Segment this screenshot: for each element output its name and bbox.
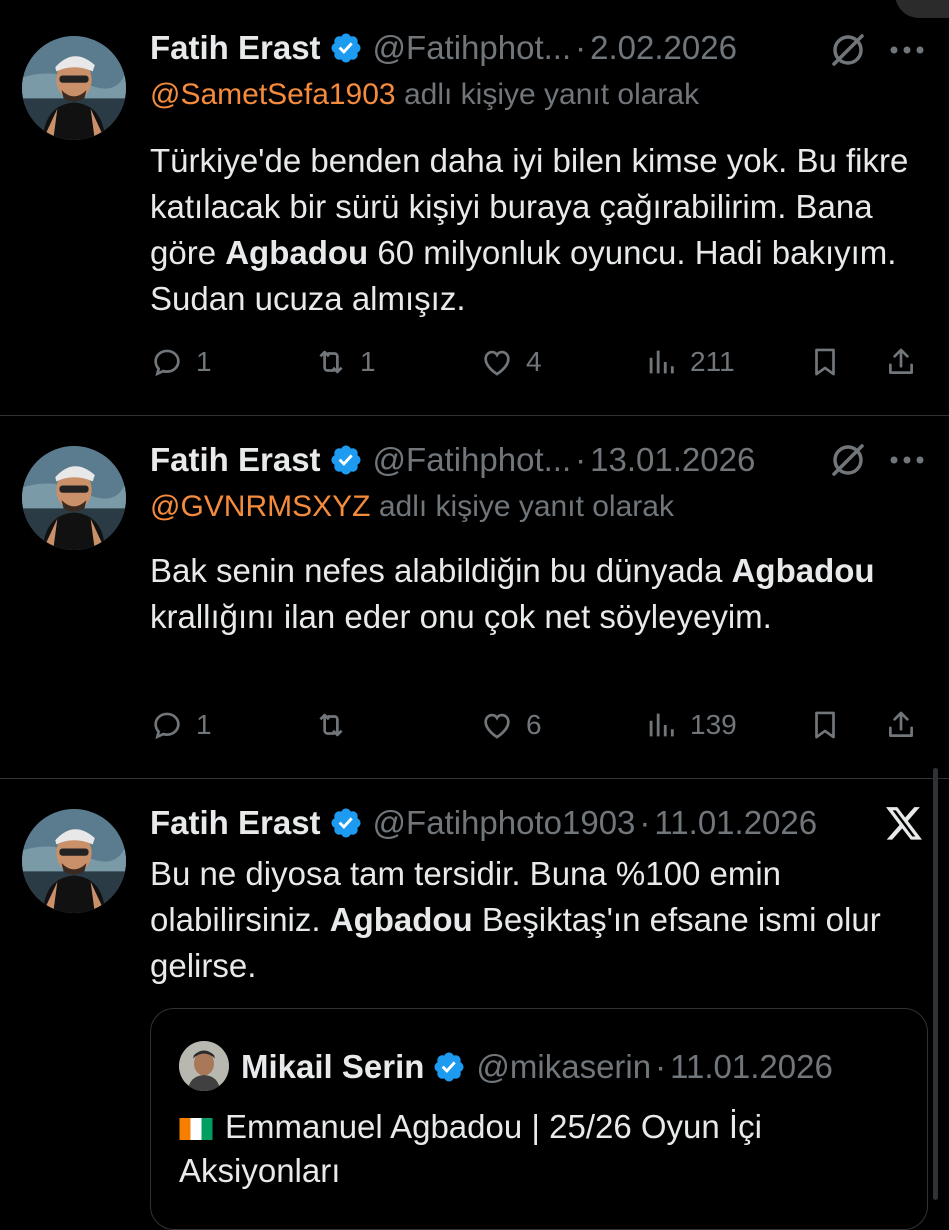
views-count: 211 <box>690 346 735 377</box>
tweet-date[interactable]: 2.02.2026 <box>590 29 737 67</box>
share-icon <box>889 348 913 374</box>
reply-icon <box>154 349 180 377</box>
share-button[interactable] <box>884 337 918 387</box>
text-segment-bold: Agbadou <box>731 552 875 589</box>
share-icon <box>889 711 913 737</box>
quoted-tweet[interactable]: Mikail Serin @mikaserin · 11.01.2026 Emm… <box>150 1008 928 1230</box>
tweet-header: Fatih Erast @Fatihphot... · 2.02.2026 <box>150 26 929 70</box>
text-segment-bold: Agbadou <box>329 901 473 938</box>
like-button[interactable]: 6 <box>480 700 542 750</box>
author-name[interactable]: Mikail Serin <box>241 1048 424 1086</box>
ivory-coast-flag-icon <box>179 1118 213 1141</box>
reply-icon <box>154 712 180 740</box>
verified-icon <box>329 31 363 65</box>
retweet-count: 1 <box>360 346 376 377</box>
author-handle[interactable]: @mikaserin <box>476 1048 651 1086</box>
author-name[interactable]: Fatih Erast <box>150 29 321 67</box>
x-logo-icon[interactable] <box>883 803 925 843</box>
reply-context-label: adlı kişiye yanıt olarak <box>395 78 700 111</box>
retweet-icon <box>319 350 343 374</box>
bookmark-icon <box>815 711 835 739</box>
tweet-text: Türkiye'de benden daha iyi bilen kimse y… <box>150 138 940 322</box>
grok-icon[interactable] <box>828 30 868 70</box>
quoted-tweet-header: Mikail Serin @mikaserin · 11.01.2026 <box>241 1041 833 1093</box>
like-count: 6 <box>526 709 542 740</box>
more-icon[interactable] <box>885 30 929 70</box>
tweet-date[interactable]: 11.01.2026 <box>670 1048 833 1086</box>
tweet-date[interactable]: 11.01.2026 <box>654 804 817 842</box>
avatar[interactable] <box>22 809 126 913</box>
separator-dot: · <box>655 1048 667 1085</box>
views-icon <box>649 350 674 374</box>
views-count: 139 <box>690 709 737 740</box>
reply-context: @SametSefa1903 adlı kişiye yanıt olarak <box>150 78 699 112</box>
reply-mention[interactable]: @GVNRMSXYZ <box>150 490 370 523</box>
quoted-text-content: Emmanuel Agbadou | 25/26 Oyun İçi Aksiyo… <box>179 1108 762 1189</box>
tweet-text: Bu ne diyosa tam tersidir. Buna %100 emi… <box>150 851 940 989</box>
avatar[interactable] <box>22 446 126 550</box>
reply-count: 1 <box>196 709 212 740</box>
tweet[interactable]: Fatih Erast @Fatihphot... · 2.02.2026 @S… <box>0 0 949 415</box>
share-button[interactable] <box>884 700 918 750</box>
separator-dot: · <box>639 804 651 841</box>
author-handle[interactable]: @Fatihphot... <box>373 29 572 67</box>
author-name[interactable]: Fatih Erast <box>150 804 321 842</box>
separator-dot: · <box>575 441 587 478</box>
verified-icon <box>329 806 363 840</box>
retweet-button[interactable]: 1 <box>314 337 376 387</box>
tweet-header: Fatih Erast @Fatihphot... · 13.01.2026 <box>150 438 929 482</box>
action-bar: 1 1 4 211 <box>0 337 949 387</box>
tweet-date[interactable]: 13.01.2026 <box>590 441 755 479</box>
tweet[interactable]: Fatih Erast @Fatihphot... · 13.01.2026 @… <box>0 416 949 778</box>
bookmark-button[interactable] <box>808 337 842 387</box>
tweet-header: Fatih Erast @Fatihphoto1903 · 11.01.2026 <box>150 801 929 845</box>
tweet-text: Bak senin nefes alabildiğin bu dünyada A… <box>150 548 940 640</box>
reply-button[interactable]: 1 <box>150 337 212 387</box>
text-segment-bold: Agbadou <box>225 234 369 271</box>
verified-icon <box>329 443 363 477</box>
avatar[interactable] <box>22 36 126 140</box>
more-icon[interactable] <box>885 440 929 480</box>
reply-button[interactable]: 1 <box>150 700 212 750</box>
bookmark-button[interactable] <box>808 700 842 750</box>
grok-icon[interactable] <box>828 440 868 480</box>
scrollbar[interactable] <box>933 768 938 1200</box>
reply-context-label: adlı kişiye yanıt olarak <box>370 490 674 523</box>
reply-context: @GVNRMSXYZ adlı kişiye yanıt olarak <box>150 490 674 524</box>
views-button[interactable]: 211 <box>644 337 735 387</box>
author-handle[interactable]: @Fatihphot... <box>373 441 572 479</box>
like-icon <box>484 713 510 739</box>
quoted-tweet-text: Emmanuel Agbadou | 25/26 Oyun İçi Aksiyo… <box>179 1105 899 1193</box>
text-segment: krallığını ilan eder onu çok net söyleye… <box>150 598 772 635</box>
action-bar: 1 6 139 <box>0 700 949 750</box>
views-icon <box>649 713 674 737</box>
like-icon <box>484 350 510 376</box>
reply-mention[interactable]: @SametSefa1903 <box>150 78 396 111</box>
author-handle[interactable]: @Fatihphoto1903 <box>373 804 636 842</box>
verified-icon <box>432 1050 466 1084</box>
reply-count: 1 <box>196 346 212 377</box>
separator-dot: · <box>575 29 587 66</box>
retweet-icon <box>319 713 343 737</box>
views-button[interactable]: 139 <box>644 700 737 750</box>
text-segment: Bak senin nefes alabildiğin bu dünyada <box>150 552 732 589</box>
author-name[interactable]: Fatih Erast <box>150 441 321 479</box>
retweet-button[interactable] <box>314 700 360 750</box>
like-button[interactable]: 4 <box>480 337 542 387</box>
bookmark-icon <box>815 348 835 376</box>
like-count: 4 <box>526 346 542 377</box>
avatar[interactable] <box>179 1041 229 1091</box>
